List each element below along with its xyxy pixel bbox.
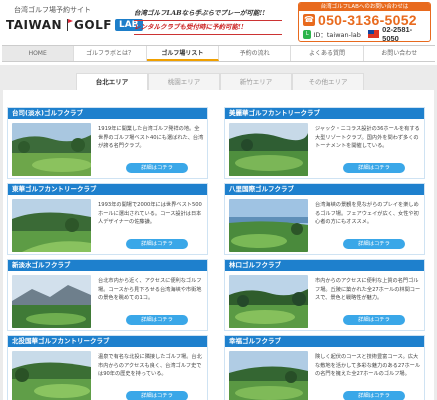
course-photo [12, 123, 91, 176]
course-name[interactable]: 美麗華ゴルフカントリークラブ [225, 108, 424, 119]
content-area: 台北エリア 桃園エリア 新竹エリア その他エリア 台司(淡水)ゴルフクラブ 19… [0, 65, 437, 400]
course-photo [12, 351, 91, 400]
nav-booking-flow[interactable]: 予約の流れ [219, 46, 292, 61]
course-photo [229, 123, 308, 176]
tab-other[interactable]: その他エリア [292, 73, 364, 90]
course-photo [229, 275, 308, 328]
contact-title: 台湾ゴルフLABへのお問い合わせは [299, 3, 430, 11]
course-name[interactable]: 幸福ゴルフクラブ [225, 336, 424, 347]
course-card: 新淡水ゴルフクラブ 台北市内から近く、アクセスに便利なゴルフ場。コースから見下ろ… [7, 259, 208, 331]
nav-home[interactable]: HOME [2, 46, 75, 61]
course-description: 1919年に開業した台湾ゴルフ発祥の地。全世界のゴルフ場ベスト40にも選ばれた、… [98, 126, 204, 149]
course-description: 市内からのアクセスに便利な上質の名門ゴルフ場。丘陵に築かれた全27ホールの林間コ… [315, 278, 421, 301]
tab-hsinchu[interactable]: 新竹エリア [220, 73, 292, 90]
course-description: 険しく起伏のコースと技術豊富コース。広大な敷地を活かして多彩な魅力のある27ホー… [315, 354, 421, 377]
line-app-icon: L [303, 29, 312, 39]
detail-button[interactable]: 詳細はコチラ [126, 163, 188, 173]
course-list-panel: 台司(淡水)ゴルフクラブ 1919年に開業した台湾ゴルフ発祥の地。全世界のゴルフ… [3, 90, 434, 400]
logo-golf-text: GOLF [74, 18, 112, 32]
course-photo [229, 351, 308, 400]
course-description: 台湾海峡の景観を見ながらのプレイを楽しめるゴルフ場。フェアウェイが広く、女性や初… [315, 202, 419, 225]
nav-about[interactable]: ゴルフラボとは？ [74, 46, 147, 61]
nav-contact[interactable]: お問い合わせ [364, 46, 435, 61]
detail-button[interactable]: 詳細はコチラ [126, 239, 188, 249]
tab-taoyuan[interactable]: 桃園エリア [148, 73, 220, 90]
course-name[interactable]: 林口ゴルフクラブ [225, 260, 424, 271]
course-photo [12, 275, 91, 328]
promo-tagline: 台湾ゴルフLABなら手ぶらでプレーが可能!! レンタルクラブも受付時に予約可能!… [134, 7, 282, 35]
course-description: 1993年の開場で2000年には世界ベスト500ホールに選出されている。コース設… [98, 202, 202, 225]
logo-taiwan-text: TAIWAN [6, 18, 63, 32]
course-name[interactable]: 新淡水ゴルフクラブ [8, 260, 207, 271]
nav-course-list[interactable]: ゴルフ場リスト [146, 46, 219, 61]
course-card: 美麗華ゴルフカントリークラブ ジャック・ニコラス設計の36ホールを有する大型リゾ… [224, 107, 425, 179]
detail-button[interactable]: 詳細はコチラ [126, 391, 188, 400]
course-card: 幸福ゴルフクラブ 険しく起伏のコースと技術豊富コース。広大な敷地を活かして多彩な… [224, 335, 425, 400]
taiwan-flag-icon [367, 30, 380, 38]
course-name[interactable]: 北投国華ゴルフカントリークラブ [8, 336, 207, 347]
detail-button[interactable]: 詳細はコチラ [126, 315, 188, 325]
site-tagline: 台湾ゴルフ場予約サイト [14, 6, 91, 14]
site-header: 台湾ゴルフ場予約サイト TAIWAN GOLF LAB 台湾ゴルフLABなら手ぶ… [0, 0, 437, 44]
line-id[interactable]: ID：taiwan-lab [313, 29, 367, 39]
course-description: 温泉で有名な北投に隣接したゴルフ場。台北市内からのアクセスも良く、台湾ゴルフ史で… [98, 354, 202, 377]
contact-line-row: L ID：taiwan-lab 02-2581-5050 [299, 25, 430, 41]
course-description: 台北市内から近く、アクセスに便利なゴルフ場。コースから見下ろせる台湾海峡や市街地… [98, 278, 202, 301]
main-nav: HOME ゴルフラボとは？ ゴルフ場リスト 予約の流れ よくある質問 お問い合わ… [2, 45, 435, 62]
contact-box: 台湾ゴルフLABへのお問い合わせは ☎ 050-3136-5052 L ID：t… [298, 2, 431, 42]
detail-button[interactable]: 詳細はコチラ [343, 239, 405, 249]
phone-icon: ☎ [303, 13, 315, 26]
golf-flag-icon [64, 19, 72, 31]
course-card: 林口ゴルフクラブ 市内からのアクセスに便利な上質の名門ゴルフ場。丘陵に築かれた全… [224, 259, 425, 331]
detail-button[interactable]: 詳細はコチラ [343, 163, 405, 173]
course-description: ジャック・ニコラス設計の36ホールを有する大型リゾートクラブ。国内外を問わず多く… [315, 126, 420, 149]
detail-button[interactable]: 詳細はコチラ [343, 315, 405, 325]
taiwan-phone-number[interactable]: 02-2581-5050 [382, 25, 426, 41]
promo-line-2: レンタルクラブも受付時に予約可能!! [134, 21, 282, 35]
course-name[interactable]: 台司(淡水)ゴルフクラブ [8, 108, 207, 119]
course-card: 八里国際ゴルフクラブ 台湾海峡の景観を見ながらのプレイを楽しめるゴルフ場。フェア… [224, 183, 425, 255]
course-photo [12, 199, 91, 252]
course-card: 北投国華ゴルフカントリークラブ 温泉で有名な北投に隣接したゴルフ場。台北市内から… [7, 335, 208, 400]
area-tabs: 台北エリア 桃園エリア 新竹エリア その他エリア [0, 73, 437, 90]
course-name[interactable]: 東華ゴルフカントリークラブ [8, 184, 207, 195]
detail-button[interactable]: 詳細はコチラ [343, 391, 405, 400]
course-photo [229, 199, 308, 252]
tab-taipei[interactable]: 台北エリア [76, 73, 148, 90]
site-logo[interactable]: TAIWAN GOLF LAB [6, 15, 143, 35]
course-card: 東華ゴルフカントリークラブ 1993年の開場で2000年には世界ベスト500ホー… [7, 183, 208, 255]
nav-faq[interactable]: よくある質問 [291, 46, 364, 61]
promo-line-1: 台湾ゴルフLABなら手ぶらでプレーが可能!! [134, 7, 282, 21]
course-name[interactable]: 八里国際ゴルフクラブ [225, 184, 424, 195]
course-card: 台司(淡水)ゴルフクラブ 1919年に開業した台湾ゴルフ発祥の地。全世界のゴルフ… [7, 107, 208, 179]
